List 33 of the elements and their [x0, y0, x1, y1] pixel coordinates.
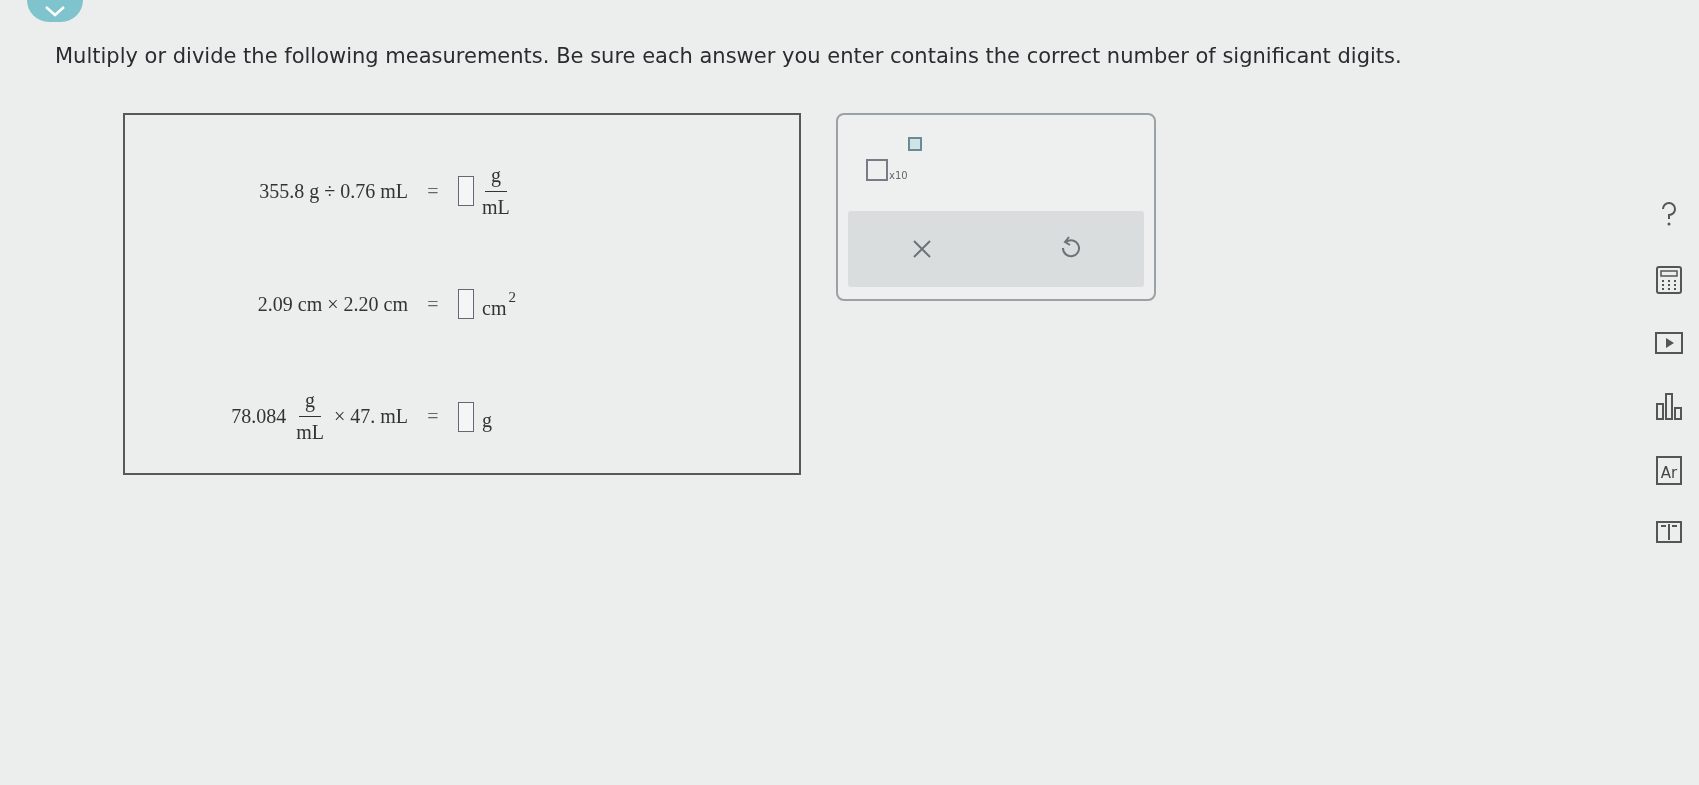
mantissa-key[interactable] — [866, 159, 888, 181]
play-icon — [1655, 332, 1683, 354]
calculator-icon — [1656, 266, 1682, 294]
unit-text: cm — [482, 296, 507, 320]
unit-numerator: g — [299, 389, 322, 418]
unit-numerator: g — [484, 163, 507, 192]
unit-denominator: mL — [482, 194, 510, 219]
equals-sign: = — [426, 405, 440, 429]
video-button[interactable] — [1653, 330, 1685, 356]
help-icon — [1660, 202, 1678, 228]
answer-box[interactable] — [458, 401, 474, 432]
expression-text: 355.8 g ÷ 0.76 mL — [259, 179, 408, 203]
answer-box[interactable] — [458, 289, 474, 319]
close-icon — [911, 238, 933, 260]
data-button[interactable] — [1654, 390, 1684, 422]
bar-chart-icon — [1656, 392, 1682, 420]
exponent-key[interactable] — [907, 137, 922, 151]
equals-sign: = — [426, 179, 440, 203]
expression-text: 78.084 — [231, 405, 287, 429]
expression-text: × 47. mL — [333, 405, 408, 429]
calculator-button[interactable] — [1654, 264, 1684, 296]
unit-denominator: mL — [296, 420, 324, 445]
chevron-down-icon — [44, 5, 66, 17]
question-text: Multiply or divide the following measurements. Be sure each answer you enter contains the correct number of significant digits. — [55, 43, 1403, 70]
expression-text: 2.09 cm × 2.20 cm — [257, 292, 408, 316]
times-ten-label: x10 — [889, 170, 908, 181]
answer-box[interactable] — [458, 176, 474, 207]
textbook-button[interactable] — [1654, 519, 1684, 545]
book-icon — [1656, 521, 1682, 543]
equals-sign: = — [426, 292, 440, 316]
unit-text: g — [482, 409, 492, 433]
periodic-table-button[interactable]: Ar — [1655, 456, 1683, 485]
unit-exponent: 2 — [508, 288, 516, 306]
